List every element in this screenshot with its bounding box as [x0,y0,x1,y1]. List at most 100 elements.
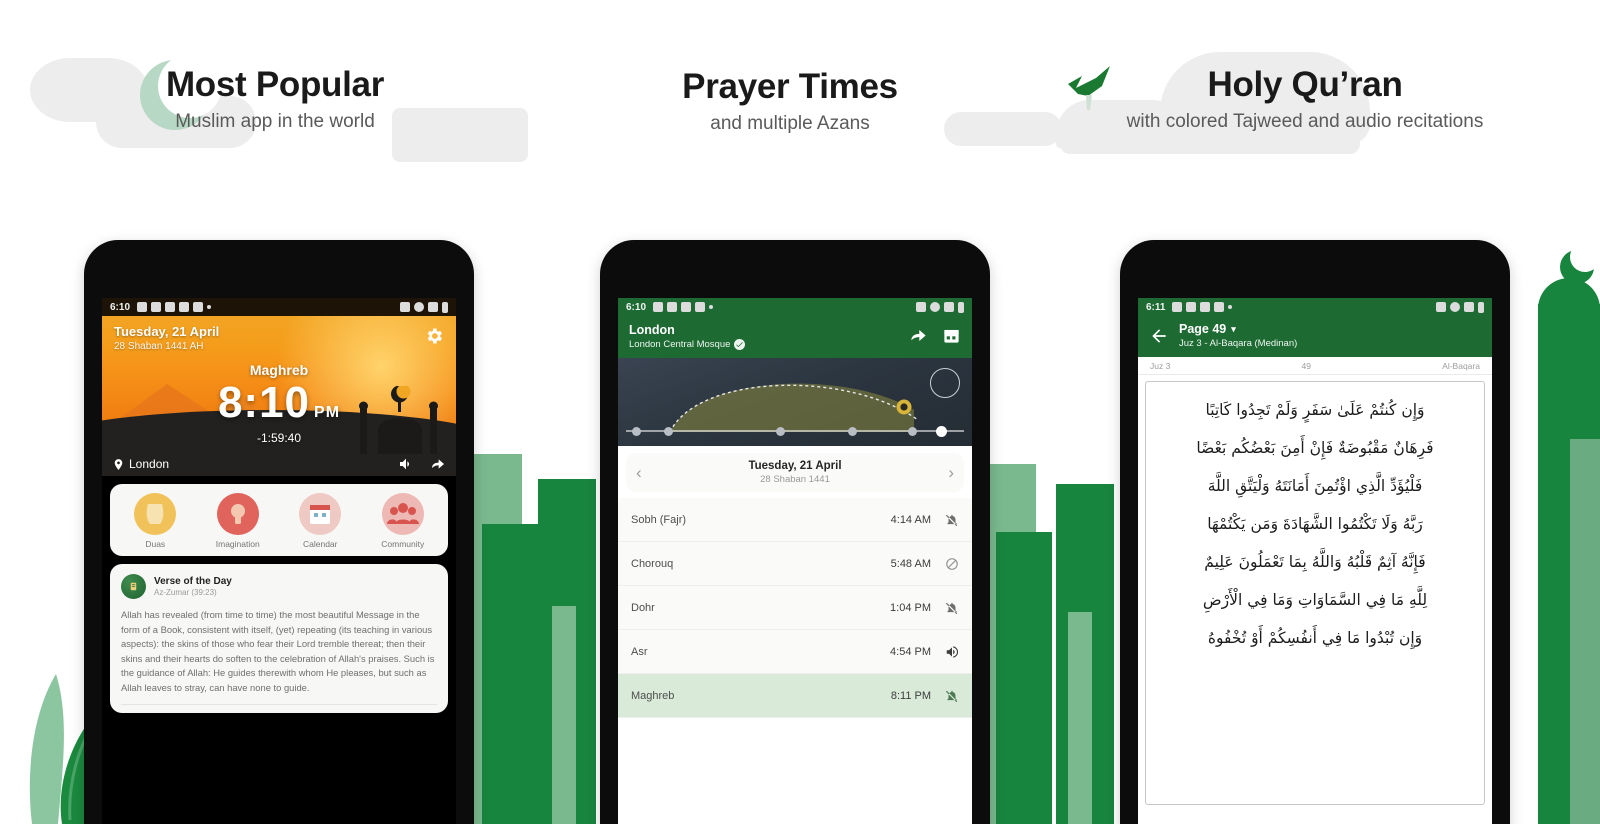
building-shape [470,454,522,824]
quick-action-community[interactable]: Community [368,493,438,549]
chevron-down-icon[interactable]: ▾ [1231,324,1236,335]
photo-icon [667,302,678,312]
phone3-app-bar: Page 49 ▾ Juz 3 - Al-Baqara (Medinan) [1138,316,1492,357]
timeline-dot[interactable] [776,426,785,436]
city-name[interactable]: London [629,323,745,337]
phone-mockup-prayer-times: 6:10 London London Central Mosque ‹ Tues… [600,240,990,824]
timeline-dot[interactable] [908,426,917,436]
minaret-shape [1538,304,1600,824]
verified-badge-icon [734,339,746,350]
battery-icon [958,301,964,313]
building-shape [482,524,542,824]
bell-off-icon[interactable] [945,601,959,615]
prayer-time: 8:11 PM [890,689,931,702]
bell-off-icon[interactable] [945,689,959,703]
timeline-dot[interactable] [664,426,673,436]
quran-book-icon [121,574,146,599]
page-label: Page 49 [1179,322,1227,336]
none-icon[interactable] [945,557,959,571]
prayer-row[interactable]: Asr 4:54 PM [618,630,972,674]
quran-line: لِلَّهِ مَا فِي السَّمَاوَاتِ وَمَا فِي … [1202,590,1428,609]
speaker-icon[interactable] [398,456,414,472]
minaret-shadow-shape [1570,439,1600,824]
wifi-icon [1464,302,1474,312]
calendar-icon[interactable] [942,326,961,345]
wifi-icon [944,302,954,312]
quick-action-duas[interactable]: Duas [120,493,190,549]
calendar-icon [299,493,342,535]
minaret-crescent-icon [1560,242,1600,284]
prayer-timeline[interactable] [626,425,964,437]
heading-block-most-popular: Most Popular Muslim app in the world [60,64,490,135]
quran-line: فَإِنَّهُ آثِمٌ قَلْبُهُ وَاللَّهُ بِمَا… [1204,552,1426,571]
prayer-name: Sobh (Fajr) [631,513,687,526]
prayer-name: Asr [631,645,648,658]
alarm-icon [1200,302,1211,312]
timeline-dot[interactable] [848,426,857,436]
heading-block-holy-quran: Holy Qu’ran with colored Tajweed and aud… [1110,64,1500,135]
hands-dua-icon [134,493,177,535]
arrow-back-icon[interactable] [1149,326,1169,346]
phone2-screen: 6:10 London London Central Mosque ‹ Tues… [618,298,972,824]
building-shape [1068,612,1092,824]
prayer-row-current[interactable]: Maghreb 8:11 PM [618,674,972,718]
quick-action-calendar[interactable]: Calendar [285,493,355,549]
hijri-date: 28 Shaban 1441 AH [114,341,204,352]
quick-actions-card: Duas Imagination Calendar Community [110,484,448,556]
phone1-status-bar: 6:10 [102,298,456,316]
sun-path-arc[interactable] [618,358,972,446]
next-prayer-hero[interactable]: Tuesday, 21 April 28 Shaban 1441 AH Magh… [102,316,456,476]
page-number: 49 [1301,361,1311,371]
chevron-right-icon[interactable]: › [948,464,954,481]
date-navigator: ‹ Tuesday, 21 April 28 Shaban 1441 › [626,453,964,492]
prayer-row[interactable]: Sobh (Fajr) 4:14 AM [618,498,972,542]
battery-saver-icon [193,302,204,312]
quran-line: فَرِهَانٌ مَقْبُوضَةٌ فَإِنْ أَمِنَ بَعْ… [1196,438,1434,457]
heading-subtitle: Muslim app in the world [175,111,375,133]
phone2-app-bar: London London Central Mosque [618,316,972,358]
share-icon[interactable] [909,326,928,345]
mosque-name: London Central Mosque [629,339,731,350]
mosque-row: London Central Mosque [629,339,746,350]
moon-phase-icon[interactable] [930,368,960,398]
quran-line: فَلْيُؤَدِّ الَّذِي اؤْتُمِنَ أَمَانَتَه… [1207,476,1423,495]
gregorian-date: Tuesday, 21 April [114,324,220,339]
lightbulb-icon [216,493,259,535]
share-icon[interactable] [430,456,446,472]
location-icon [930,302,940,312]
surah-subtitle: Juz 3 - Al-Baqara (Medinan) [1179,338,1298,349]
heading-title: Prayer Times [682,67,898,106]
phone-mockup-quran: 6:11 Page 49 ▾ Juz 3 - Al-Baqara (Medina… [1120,240,1510,824]
quran-page-content[interactable]: وَإِن كُنتُمْ عَلَىٰ سَفَرٍ وَلَمْ تَجِد… [1138,375,1492,805]
alarm-icon [1436,302,1446,312]
heading-subtitle: and multiple Azans [710,113,870,135]
bell-off-icon[interactable] [945,513,959,527]
verse-card-reference: Az-Zumar (39:23) [154,588,217,597]
photo-icon [151,302,162,312]
minaret-dome-shape [1538,278,1600,324]
prayer-time: 4:54 PM [890,645,931,658]
speaker-icon[interactable] [945,645,959,659]
quick-action-imagination[interactable]: Imagination [203,493,273,549]
page-title[interactable]: Page 49 ▾ [1179,322,1481,336]
leaf-decoration [29,674,64,824]
location-icon [414,302,424,312]
hero-date-block: Tuesday, 21 April 28 Shaban 1441 AH [114,324,219,352]
heading-block-prayer-times: Prayer Times and multiple Azans [595,66,985,137]
pin-icon[interactable] [112,458,125,471]
phone3-status-bar: 6:11 [1138,298,1492,316]
alarm-icon [179,302,190,312]
battery-icon [442,301,448,313]
timeline-dot[interactable] [632,426,641,436]
gear-icon[interactable] [424,326,444,346]
verse-of-the-day-card[interactable]: Verse of the Day Az-Zumar (39:23) Allah … [110,564,448,714]
prayer-row[interactable]: Dohr 1:04 PM [618,586,972,630]
phone1-screen: 6:10 Tuesday, 21 April 28 Shaban 1441 AH… [102,298,456,824]
photo-icon [695,302,706,312]
quick-action-label: Imagination [215,539,260,549]
verse-text: Allah has revealed (from time to time) t… [121,609,435,693]
location-name[interactable]: London [129,457,169,471]
prayer-row[interactable]: Chorouq 5:48 AM [618,542,972,586]
timeline-dot-current[interactable] [936,425,947,437]
photo-icon [165,302,176,312]
